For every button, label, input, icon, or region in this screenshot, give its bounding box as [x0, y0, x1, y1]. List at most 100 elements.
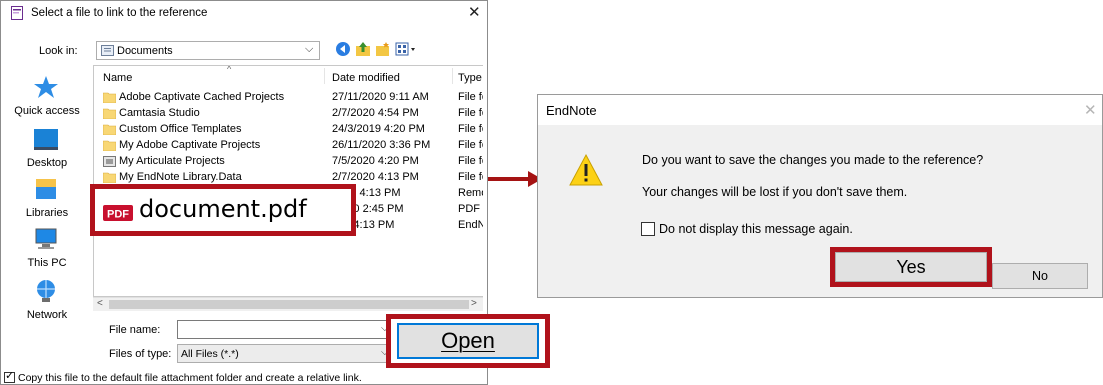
- close-icon[interactable]: ✕: [1084, 101, 1097, 119]
- column-divider[interactable]: [324, 68, 325, 84]
- files-of-type-value: All Files (*.*): [181, 348, 239, 360]
- open-button-label: Open: [441, 328, 495, 353]
- open-button-highlight: Open: [386, 314, 550, 368]
- pdf-file-icon: PDF: [103, 205, 133, 221]
- folder-icon: [103, 124, 116, 135]
- dont-show-again-checkbox[interactable]: [641, 222, 655, 236]
- file-type: File fo: [458, 107, 483, 119]
- file-name: My Adobe Captivate Projects: [119, 139, 261, 151]
- star-icon: [34, 76, 58, 98]
- place-network[interactable]: Network: [1, 279, 93, 329]
- file-name-input[interactable]: [177, 320, 389, 339]
- file-date: 2/7/2020 4:54 PM: [332, 107, 419, 119]
- file-type: EndN: [458, 219, 483, 231]
- dialog-subtext: Your changes will be lost if you don't s…: [642, 185, 908, 199]
- place-label: Network: [26, 309, 68, 321]
- new-folder-icon[interactable]: [375, 41, 391, 57]
- checkmark-icon: ✓: [5, 370, 15, 382]
- file-type: File fo: [458, 139, 483, 151]
- dialog-body: Do you want to save the changes you made…: [538, 125, 1102, 297]
- column-header-type[interactable]: Type: [458, 72, 482, 84]
- close-icon[interactable]: ✕: [468, 3, 481, 21]
- dialog-titlebar: EndNote ✕: [538, 95, 1102, 125]
- yes-button[interactable]: Yes: [835, 252, 987, 282]
- file-name: Camtasia Studio: [119, 107, 200, 119]
- list-item[interactable]: Custom Office Templates 24/3/2019 4:20 P…: [94, 122, 483, 138]
- file-type: File fo: [458, 91, 483, 103]
- look-in-dropdown[interactable]: Documents ⌵: [96, 41, 320, 60]
- endnote-save-dialog: EndNote ✕ Do you want to save the change…: [537, 94, 1103, 298]
- file-date: 2/7/2020 4:13 PM: [332, 171, 419, 183]
- place-libraries[interactable]: Libraries: [1, 177, 93, 227]
- desktop-icon: [34, 129, 58, 150]
- column-divider[interactable]: [452, 68, 453, 84]
- place-label: Quick access: [14, 105, 80, 117]
- file-link-icon: [11, 6, 23, 20]
- files-of-type-dropdown[interactable]: All Files (*.*) ⌵: [177, 344, 389, 363]
- shortcut-folder-icon: [103, 156, 116, 167]
- chevron-down-icon: ⌵: [305, 43, 314, 55]
- folder-icon: [103, 172, 116, 183]
- warning-icon: [569, 153, 603, 186]
- dialog-title: EndNote: [546, 103, 597, 118]
- scroll-left-icon[interactable]: <: [97, 298, 103, 309]
- place-label: Desktop: [26, 157, 68, 169]
- file-name: Adobe Captivate Cached Projects: [119, 91, 285, 103]
- file-type: File fo: [458, 171, 483, 183]
- place-label: Libraries: [25, 207, 69, 219]
- back-icon[interactable]: [335, 41, 351, 57]
- dialog-titlebar: Select a file to link to the reference ✕: [1, 1, 487, 25]
- folder-icon: [103, 108, 116, 119]
- file-name-label: File name:: [109, 324, 161, 336]
- column-header-date[interactable]: Date modified: [332, 72, 400, 84]
- place-label: This PC: [27, 257, 67, 269]
- view-menu-icon[interactable]: [395, 41, 419, 57]
- libraries-icon: [36, 179, 56, 199]
- list-item[interactable]: My Articulate Projects 7/5/2020 4:20 PM …: [94, 154, 483, 170]
- documents-folder-icon: [101, 45, 114, 56]
- up-folder-icon[interactable]: [355, 41, 371, 57]
- file-type: File fo: [458, 123, 483, 135]
- scroll-right-icon[interactable]: >: [471, 298, 477, 309]
- look-in-label: Look in:: [39, 45, 78, 57]
- place-quick-access[interactable]: Quick access: [1, 75, 93, 125]
- folder-icon: [103, 140, 116, 151]
- file-name: My EndNote Library.Data: [119, 171, 242, 183]
- folder-icon: [103, 92, 116, 103]
- horizontal-scrollbar[interactable]: < >: [93, 297, 483, 311]
- list-item[interactable]: Adobe Captivate Cached Projects 27/11/20…: [94, 90, 483, 106]
- file-date: 26/11/2020 3:36 PM: [332, 139, 431, 151]
- files-of-type-label: Files of type:: [109, 348, 172, 360]
- file-date: 27/11/2020 9:11 AM: [332, 91, 429, 103]
- pdf-badge-text: PDF: [107, 209, 129, 221]
- dialog-question: Do you want to save the changes you made…: [642, 153, 984, 167]
- file-type: Remo: [458, 187, 483, 199]
- yes-button-highlight: Yes: [830, 247, 992, 287]
- network-icon: [37, 280, 55, 302]
- highlighted-file-document-pdf[interactable]: PDF document.pdf: [90, 184, 356, 236]
- computer-icon: [35, 228, 57, 249]
- file-list[interactable]: Name ^ Date modified Type Adobe Captivat…: [93, 65, 483, 297]
- sort-ascending-icon: ^: [227, 65, 232, 74]
- dialog-title: Select a file to link to the reference: [31, 7, 208, 19]
- file-name: Custom Office Templates: [119, 123, 242, 135]
- file-type: File fo: [458, 155, 483, 167]
- list-item[interactable]: My Adobe Captivate Projects 26/11/2020 3…: [94, 138, 483, 154]
- look-in-value: Documents: [117, 45, 173, 57]
- file-type: PDF F: [458, 203, 483, 215]
- file-date: 24/3/2019 4:20 PM: [332, 123, 425, 135]
- dont-show-again-label: Do not display this message again.: [659, 222, 853, 236]
- file-date: 7/5/2020 4:20 PM: [332, 155, 419, 167]
- place-this-pc[interactable]: This PC: [1, 227, 93, 277]
- highlighted-file-name: document.pdf: [139, 195, 307, 223]
- copy-file-label: Copy this file to the default file attac…: [18, 372, 362, 384]
- no-button[interactable]: No: [992, 263, 1088, 289]
- arrow-connector: [488, 177, 532, 181]
- places-bar: Quick access Desktop Libraries This PC N…: [1, 65, 93, 373]
- place-desktop[interactable]: Desktop: [1, 127, 93, 177]
- list-item[interactable]: Camtasia Studio 2/7/2020 4:54 PM File fo: [94, 106, 483, 122]
- column-header-name[interactable]: Name: [103, 72, 132, 84]
- open-button[interactable]: Open: [397, 323, 539, 359]
- file-name: My Articulate Projects: [119, 155, 225, 167]
- scrollbar-thumb[interactable]: [109, 300, 469, 309]
